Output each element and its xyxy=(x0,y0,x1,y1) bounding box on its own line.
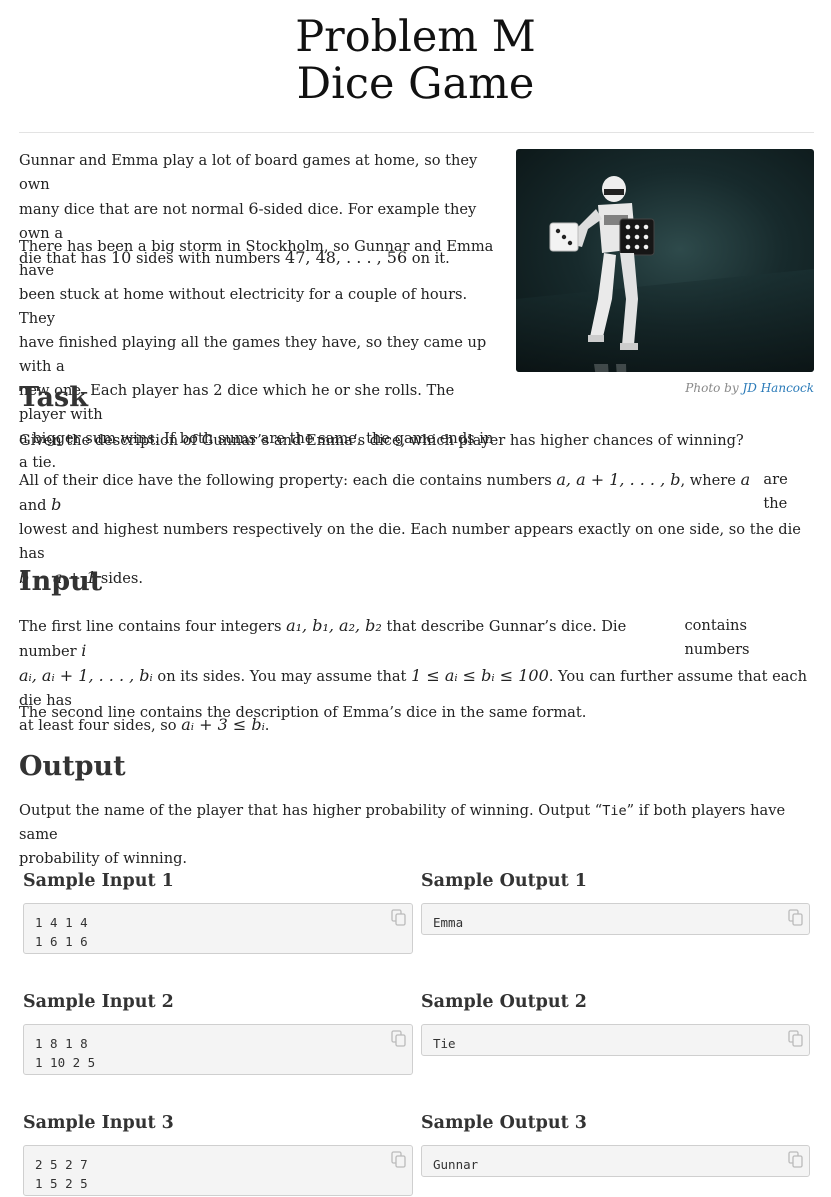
intro-line: been stuck at home without electricity f… xyxy=(19,286,468,327)
photo-credit: Photo by JD Hancock xyxy=(685,381,814,395)
sample-output-label: Sample Output 2 xyxy=(421,992,587,1012)
sample-output-box[interactable]: Tie xyxy=(421,1024,810,1056)
intro-line: There has been a big storm in Stockholm,… xyxy=(19,238,494,279)
sample-input-label: Sample Input 1 xyxy=(23,871,174,891)
sample-input-text[interactable]: 1 4 1 4 1 6 1 6 xyxy=(35,913,88,951)
sample-input-label: Sample Input 3 xyxy=(23,1113,174,1133)
task-heading: Task xyxy=(19,382,88,413)
output-line: probability of winning. xyxy=(19,850,188,867)
copy-icon[interactable] xyxy=(391,1030,407,1047)
sample-input-label: Sample Input 2 xyxy=(23,992,174,1012)
copy-icon[interactable] xyxy=(788,1030,804,1047)
sample-output-text[interactable]: Gunnar xyxy=(433,1155,478,1174)
stormtrooper-dice-photo xyxy=(516,149,814,372)
sample-output-box[interactable]: Emma xyxy=(421,903,810,935)
task-line: All of their dice have the following pro… xyxy=(19,470,788,514)
sample-input-box[interactable]: 1 8 1 8 1 10 2 5 xyxy=(23,1024,413,1075)
sample-input-box[interactable]: 2 5 2 7 1 5 2 5 xyxy=(23,1145,413,1196)
intro-line: new one. Each player has 2 dice which he… xyxy=(19,382,455,423)
copy-icon[interactable] xyxy=(788,1151,804,1168)
task-line: lowest and highest numbers respectively … xyxy=(19,521,801,562)
copy-icon[interactable] xyxy=(391,909,407,926)
problem-title: Problem M Dice Game xyxy=(0,14,831,108)
title-divider xyxy=(19,132,814,133)
intro-line: have finished playing all the games they… xyxy=(19,334,487,375)
sample-output-label: Sample Output 3 xyxy=(421,1113,587,1133)
sample-output-label: Sample Output 1 xyxy=(421,871,587,891)
copy-icon[interactable] xyxy=(788,909,804,926)
input-line: The first line contains four integers a₁… xyxy=(19,616,750,660)
sample-output-text[interactable]: Emma xyxy=(433,913,463,932)
task-line: b − a + 1 sides. xyxy=(19,568,144,587)
task-paragraph-1: Given the description of Gunnar’s and Em… xyxy=(19,432,744,449)
sample-output-text[interactable]: Tie xyxy=(433,1034,456,1053)
sample-input-text[interactable]: 2 5 2 7 1 5 2 5 xyxy=(35,1155,88,1193)
problem-letter: Problem M xyxy=(295,12,536,62)
input-heading: Input xyxy=(19,566,103,597)
copy-icon[interactable] xyxy=(391,1151,407,1168)
task-paragraph-2: All of their dice have the following pro… xyxy=(19,468,814,591)
intro-line: Gunnar and Emma play a lot of board game… xyxy=(19,152,478,193)
problem-name: Dice Game xyxy=(296,59,535,109)
sample-input-text[interactable]: 1 8 1 8 1 10 2 5 xyxy=(35,1034,95,1072)
output-paragraph: Output the name of the player that has h… xyxy=(19,799,814,871)
photo-author-link[interactable]: JD Hancock xyxy=(742,381,814,395)
input-paragraph-2: The second line contains the description… xyxy=(19,704,587,721)
output-heading: Output xyxy=(19,751,126,782)
stormtrooper-illustration xyxy=(516,176,814,372)
output-line: Output the name of the player that has h… xyxy=(19,802,786,843)
sample-output-box[interactable]: Gunnar xyxy=(421,1145,810,1177)
sample-input-box[interactable]: 1 4 1 4 1 6 1 6 xyxy=(23,903,413,954)
